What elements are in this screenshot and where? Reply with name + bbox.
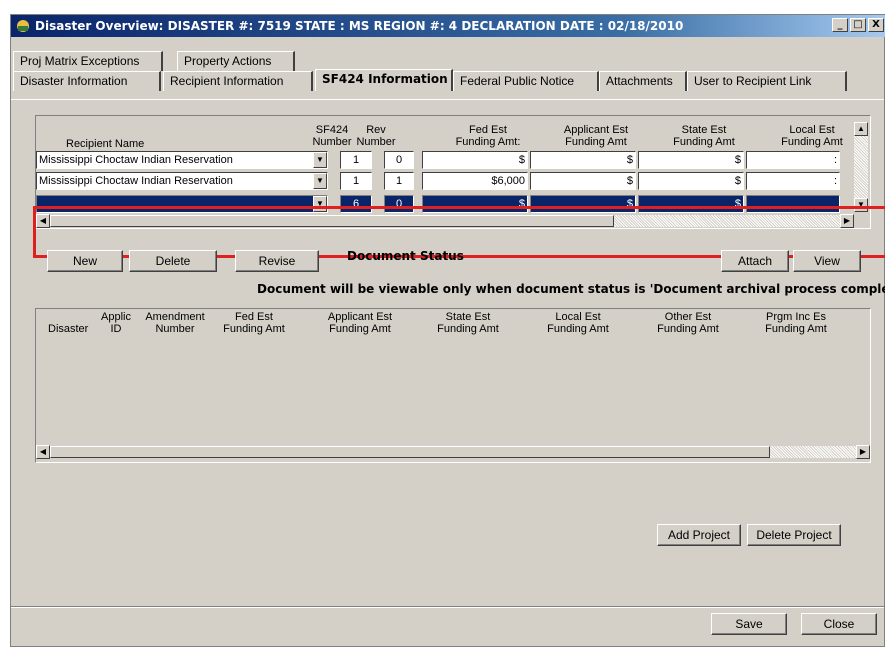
footer-divider	[11, 606, 884, 608]
close-button[interactable]: Close	[801, 613, 877, 635]
tab-attachments[interactable]: Attachments	[599, 71, 687, 91]
attach-button[interactable]: Attach	[721, 250, 789, 272]
scroll-left-icon[interactable]: ◀	[36, 445, 50, 459]
header-local-est: Local Est Funding Amt	[781, 124, 843, 148]
document-grid: Disaster Applic ID Amendment Number Fed Es…	[35, 308, 871, 463]
header-doc-fed-est: Fed Est Funding Amt	[223, 311, 285, 335]
rev-number-cell[interactable]: 1	[384, 172, 414, 190]
header-applic-id: Applic ID	[101, 311, 131, 335]
app-icon	[17, 20, 29, 32]
save-button[interactable]: Save	[711, 613, 787, 635]
header-doc-prgm-inc-est: Prgm Inc Es Funding Amt	[765, 311, 827, 335]
disaster-overview-window: Disaster Overview: DISASTER #: 7519 STAT…	[10, 14, 885, 647]
applicant-est-cell[interactable]: $	[530, 151, 636, 169]
header-recipient-name: Recipient Name	[66, 138, 145, 150]
fed-est-cell[interactable]: $	[422, 151, 528, 169]
document-note: Document will be viewable only when docu…	[257, 282, 885, 296]
horizontal-scrollbar-track[interactable]	[770, 446, 856, 458]
revise-button[interactable]: Revise	[235, 250, 319, 272]
new-button[interactable]: New	[47, 250, 123, 272]
tab-recipient-information[interactable]: Recipient Information	[163, 71, 313, 91]
applicant-est-cell[interactable]: $	[530, 172, 636, 190]
header-doc-local-est: Local Est Funding Amt	[547, 311, 609, 335]
tab-disaster-information[interactable]: Disaster Information	[13, 71, 161, 91]
fed-est-cell[interactable]: $6,000	[422, 172, 528, 190]
local-est-cell[interactable]: :	[746, 151, 840, 169]
chevron-down-icon[interactable]: ▼	[313, 152, 327, 168]
header-rev-number: Rev Number	[356, 124, 396, 148]
tab-property-actions[interactable]: Property Actions	[177, 51, 295, 71]
window-title: Disaster Overview: DISASTER #: 7519 STAT…	[35, 19, 684, 33]
header-doc-state-est: State Est Funding Amt	[437, 311, 499, 335]
scroll-up-icon[interactable]: ▲	[854, 122, 868, 136]
header-doc-other-est: Other Est Funding Amt	[657, 311, 719, 335]
tab-sf424-information[interactable]: SF424 Information	[315, 69, 453, 91]
scroll-right-icon[interactable]: ▶	[856, 445, 870, 459]
chevron-down-icon[interactable]: ▼	[313, 173, 327, 189]
state-est-cell[interactable]: $	[638, 172, 744, 190]
recipient-cell[interactable]: Mississippi Choctaw Indian Reservation	[36, 151, 328, 169]
add-project-button[interactable]: Add Project	[657, 524, 741, 546]
sf424-tab-page: Recipient Name SF424 Number Rev Number Fed…	[11, 99, 885, 608]
rev-number-cell[interactable]: 0	[384, 151, 414, 169]
sf424-number-cell[interactable]: 1	[340, 172, 372, 190]
delete-project-button[interactable]: Delete Project	[747, 524, 841, 546]
view-button[interactable]: View	[793, 250, 861, 272]
title-bar[interactable]: Disaster Overview: DISASTER #: 7519 STAT…	[11, 15, 885, 37]
header-doc-applicant-est: Applicant Est Funding Amt	[327, 311, 393, 335]
header-amendment-number: Amendment Number	[145, 311, 205, 335]
document-status-label: Document Status	[347, 249, 464, 263]
header-disaster: Disaster	[48, 323, 89, 335]
tab-user-to-recipient-link[interactable]: User to Recipient Link	[687, 71, 847, 91]
header-sf424-number: SF424 Number	[312, 124, 352, 148]
horizontal-scroll-thumb[interactable]	[50, 446, 770, 458]
local-est-cell[interactable]: :	[746, 172, 840, 190]
header-state-est: State Est Funding Amt	[673, 124, 735, 148]
header-fed-est: Fed Est Funding Amt:	[455, 124, 521, 148]
tab-federal-public-notice[interactable]: Federal Public Notice	[453, 71, 599, 91]
minimize-icon[interactable]: _	[832, 18, 848, 32]
maximize-icon[interactable]: □	[850, 18, 866, 32]
tab-proj-matrix-exceptions[interactable]: Proj Matrix Exceptions	[13, 51, 163, 71]
sf424-number-cell[interactable]: 1	[340, 151, 372, 169]
close-icon[interactable]: X	[868, 18, 884, 32]
delete-button[interactable]: Delete	[129, 250, 217, 272]
state-est-cell[interactable]: $	[638, 151, 744, 169]
header-applicant-est: Applicant Est Funding Amt	[563, 124, 629, 148]
vertical-scrollbar-track[interactable]	[854, 136, 868, 206]
recipient-cell[interactable]: Mississippi Choctaw Indian Reservation	[36, 172, 328, 190]
